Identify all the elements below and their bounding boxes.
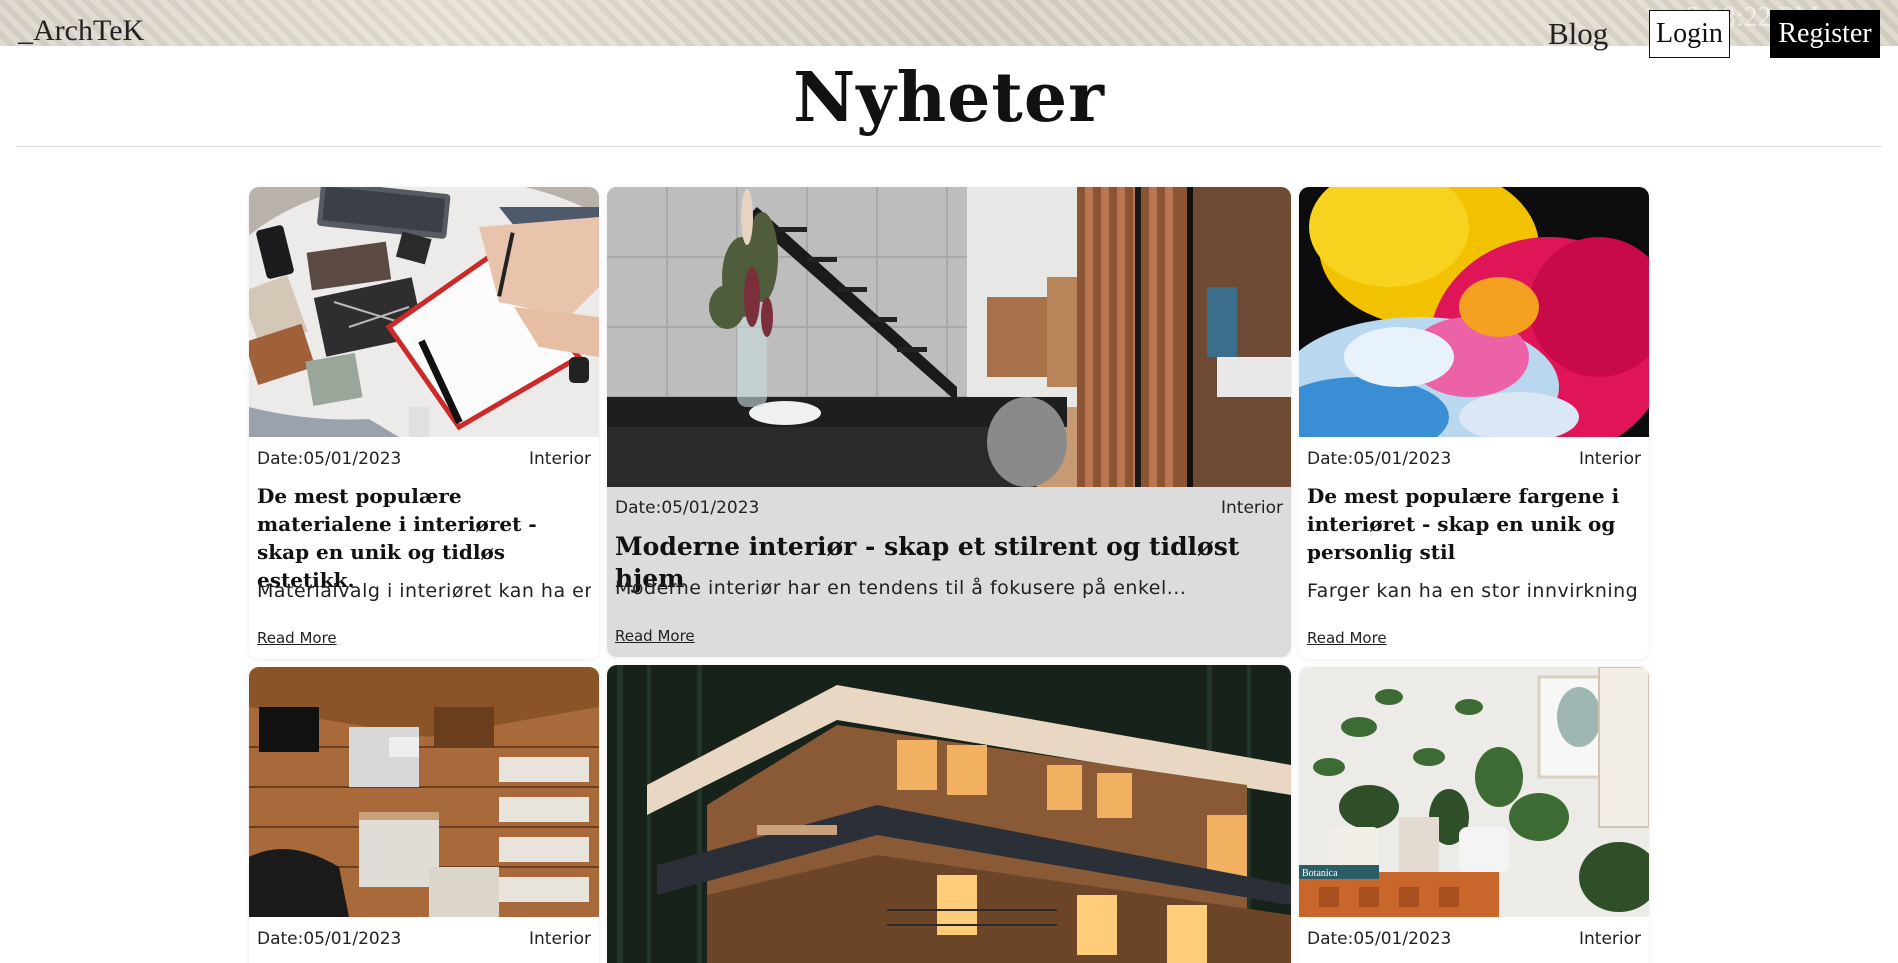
page-title: Nyheter bbox=[793, 58, 1105, 138]
news-card[interactable]: Date:05/01/2023 Interior De mest populær… bbox=[1299, 187, 1649, 659]
card-category: Interior bbox=[528, 929, 591, 949]
material-samples-image bbox=[249, 187, 599, 437]
login-button[interactable]: Login bbox=[1649, 10, 1730, 58]
card-title[interactable]: De mest populære fargene i interiøret - … bbox=[1307, 482, 1641, 566]
card-date: Date:05/01/2023 bbox=[257, 929, 402, 949]
card-image-dining[interactable] bbox=[607, 187, 1291, 487]
news-card[interactable]: Date:05/01/2023 Interior bbox=[249, 667, 599, 963]
card-excerpt: Materialvalg i interiøret kan ha en ... bbox=[257, 580, 591, 602]
news-card[interactable]: Date:05/01/2023 Interior De mest populær… bbox=[249, 187, 599, 659]
card-date: Date:05/01/2023 bbox=[1307, 929, 1452, 949]
card-title[interactable]: De mest populære materialene i interiøre… bbox=[257, 482, 591, 594]
card-excerpt: Farger kan ha en stor innvirkning p... bbox=[1307, 580, 1641, 602]
news-card-featured[interactable] bbox=[607, 665, 1291, 963]
header-bar bbox=[0, 0, 1898, 46]
title-divider bbox=[16, 146, 1882, 147]
botanica-sign-text: Botanica bbox=[1302, 868, 1338, 879]
card-excerpt: Moderne interiør har en tendens til å fo… bbox=[615, 577, 1187, 599]
cabin-interior-image bbox=[249, 667, 599, 917]
card-category: Interior bbox=[1578, 449, 1641, 469]
card-category: Interior bbox=[1578, 929, 1641, 949]
card-image-cabin[interactable] bbox=[249, 667, 599, 917]
site-logo[interactable]: _ArchTeK bbox=[18, 14, 144, 48]
card-date: Date:05/01/2023 bbox=[615, 498, 760, 518]
read-more-link[interactable]: Read More bbox=[615, 627, 695, 645]
ink-colors-image bbox=[1299, 187, 1649, 437]
card-date: Date:05/01/2023 bbox=[1307, 449, 1452, 469]
card-date: Date:05/01/2023 bbox=[257, 449, 402, 469]
register-button[interactable]: Register bbox=[1770, 10, 1880, 58]
news-card[interactable]: Botanica Date:05/01/2023 Interior bbox=[1299, 667, 1649, 963]
modern-wooden-house-image bbox=[607, 665, 1291, 963]
nav-link-blog[interactable]: Blog bbox=[1548, 16, 1608, 52]
card-category: Interior bbox=[1220, 498, 1283, 518]
read-more-link[interactable]: Read More bbox=[257, 629, 337, 647]
card-image-plants[interactable]: Botanica bbox=[1299, 667, 1649, 917]
modern-dining-room-image bbox=[607, 187, 1291, 487]
card-image-house[interactable] bbox=[607, 665, 1291, 963]
card-image-colors[interactable] bbox=[1299, 187, 1649, 437]
read-more-link[interactable]: Read More bbox=[1307, 629, 1387, 647]
card-image-materials[interactable] bbox=[249, 187, 599, 437]
card-category: Interior bbox=[528, 449, 591, 469]
houseplants-image: Botanica bbox=[1299, 667, 1649, 917]
header-background-texture bbox=[0, 0, 1898, 46]
news-card-featured[interactable]: Date:05/01/2023 Interior Moderne interiø… bbox=[607, 187, 1291, 657]
